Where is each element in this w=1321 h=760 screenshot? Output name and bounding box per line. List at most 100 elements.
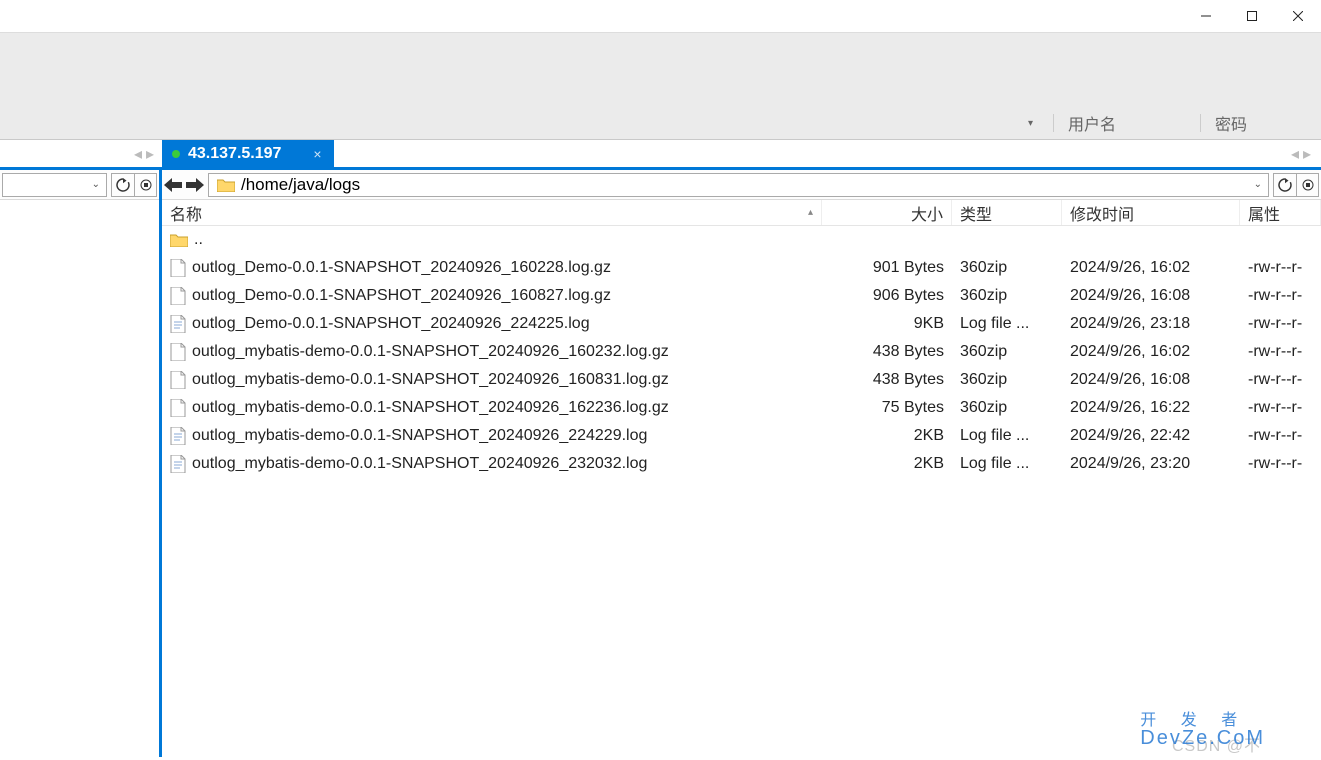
archive-file-icon [170,343,186,361]
file-size: 2KB [822,455,952,473]
file-type: 360zip [952,287,1062,305]
auth-strip: ▾ 用户名 密码 [1022,111,1317,135]
tab-scroll-right[interactable]: ◂▸ [1291,140,1321,167]
password-label: 密码 [1215,111,1247,135]
file-row[interactable]: outlog_Demo-0.0.1-SNAPSHOT_20240926_2242… [162,310,1321,338]
file-row[interactable]: outlog_mybatis-demo-0.0.1-SNAPSHOT_20240… [162,394,1321,422]
connection-tab[interactable]: 43.137.5.197 × [162,140,334,167]
file-row[interactable]: outlog_mybatis-demo-0.0.1-SNAPSHOT_20240… [162,338,1321,366]
remote-pane: /home/java/logs ⌄ 名称▴ 大小 类型 修改时间 属性 [162,170,1321,757]
file-name: outlog_Demo-0.0.1-SNAPSHOT_20240926_1602… [192,259,611,277]
archive-file-icon [170,259,186,277]
file-type: 360zip [952,371,1062,389]
column-headers: 名称▴ 大小 类型 修改时间 属性 [162,200,1321,226]
archive-file-icon [170,371,186,389]
remote-refresh-button[interactable] [1274,174,1296,196]
file-attr: -rw-r--r- [1240,343,1321,361]
window-titlebar [0,0,1321,32]
file-type: 360zip [952,399,1062,417]
file-size: 901 Bytes [822,259,952,277]
file-modified: 2024/9/26, 23:20 [1062,455,1240,473]
file-name: outlog_mybatis-demo-0.0.1-SNAPSHOT_20240… [192,427,647,445]
file-row[interactable]: outlog_mybatis-demo-0.0.1-SNAPSHOT_20240… [162,366,1321,394]
tab-label: 43.137.5.197 [188,145,281,163]
log-file-icon [170,427,186,445]
col-type[interactable]: 类型 [952,200,1062,225]
archive-file-icon [170,287,186,305]
local-stop-button[interactable] [134,174,156,196]
file-type: Log file ... [952,315,1062,333]
file-modified: 2024/9/26, 16:08 [1062,287,1240,305]
archive-file-icon [170,399,186,417]
file-row[interactable]: outlog_Demo-0.0.1-SNAPSHOT_20240926_1602… [162,254,1321,282]
separator [1200,114,1201,132]
file-row[interactable]: outlog_mybatis-demo-0.0.1-SNAPSHOT_20240… [162,450,1321,478]
file-size: 906 Bytes [822,287,952,305]
col-modified[interactable]: 修改时间 [1062,200,1240,225]
folder-icon [170,233,188,247]
file-type: Log file ... [952,455,1062,473]
dropdown-caret[interactable]: ▾ [1022,118,1039,129]
file-row[interactable]: outlog_Demo-0.0.1-SNAPSHOT_20240926_1608… [162,282,1321,310]
file-attr: -rw-r--r- [1240,371,1321,389]
col-size[interactable]: 大小 [822,200,952,225]
file-modified: 2024/9/26, 16:02 [1062,259,1240,277]
remote-path: /home/java/logs [239,175,1248,195]
file-name: outlog_Demo-0.0.1-SNAPSHOT_20240926_2242… [192,315,590,333]
file-row[interactable]: outlog_mybatis-demo-0.0.1-SNAPSHOT_20240… [162,422,1321,450]
parent-dir-label: .. [194,231,203,249]
nav-back-button[interactable] [162,174,184,196]
file-name: outlog_mybatis-demo-0.0.1-SNAPSHOT_20240… [192,399,669,417]
maximize-button[interactable] [1229,0,1275,32]
tab-close-icon[interactable]: × [313,146,321,162]
local-refresh-button[interactable] [112,174,134,196]
remote-path-combo[interactable]: /home/java/logs ⌄ [208,173,1269,197]
col-attr[interactable]: 属性 [1240,200,1321,225]
remote-stop-button[interactable] [1296,174,1318,196]
file-size: 438 Bytes [822,343,952,361]
file-attr: -rw-r--r- [1240,315,1321,333]
chevron-down-icon[interactable]: ⌄ [86,179,106,190]
file-type: 360zip [952,343,1062,361]
parent-dir-row[interactable]: .. [162,226,1321,254]
status-dot-icon [172,150,180,158]
file-size: 438 Bytes [822,371,952,389]
file-name: outlog_mybatis-demo-0.0.1-SNAPSHOT_20240… [192,343,669,361]
file-attr: -rw-r--r- [1240,427,1321,445]
remote-navbar: /home/java/logs ⌄ [162,170,1321,200]
file-modified: 2024/9/26, 16:22 [1062,399,1240,417]
file-modified: 2024/9/26, 23:18 [1062,315,1240,333]
close-button[interactable] [1275,0,1321,32]
col-name[interactable]: 名称▴ [162,200,822,225]
file-modified: 2024/9/26, 16:08 [1062,371,1240,389]
file-type: 360zip [952,259,1062,277]
file-name: outlog_mybatis-demo-0.0.1-SNAPSHOT_20240… [192,371,669,389]
file-attr: -rw-r--r- [1240,259,1321,277]
file-size: 2KB [822,427,952,445]
watermark-csdn: CSDN @不 [1172,732,1261,756]
local-pane: ⌄ [0,170,162,757]
local-path-combo[interactable]: ⌄ [2,173,107,197]
file-name: outlog_mybatis-demo-0.0.1-SNAPSHOT_20240… [192,455,647,473]
file-size: 9KB [822,315,952,333]
remote-file-list[interactable]: .. outlog_Demo-0.0.1-SNAPSHOT_20240926_1… [162,226,1321,757]
file-modified: 2024/9/26, 16:02 [1062,343,1240,361]
username-label: 用户名 [1068,111,1116,135]
log-file-icon [170,455,186,473]
tab-row: ◂▸ 43.137.5.197 × ◂▸ [0,140,1321,170]
file-name: outlog_Demo-0.0.1-SNAPSHOT_20240926_1608… [192,287,611,305]
tab-scroll-left[interactable]: ◂▸ [0,140,162,167]
nav-forward-button[interactable] [184,174,206,196]
file-size: 75 Bytes [822,399,952,417]
local-file-list[interactable] [0,200,159,757]
folder-icon [217,178,235,192]
local-navbar: ⌄ [0,170,159,200]
file-type: Log file ... [952,427,1062,445]
toolbar-area: ▾ 用户名 密码 [0,32,1321,140]
file-attr: -rw-r--r- [1240,399,1321,417]
file-attr: -rw-r--r- [1240,287,1321,305]
file-modified: 2024/9/26, 22:42 [1062,427,1240,445]
chevron-down-icon[interactable]: ⌄ [1248,179,1268,190]
minimize-button[interactable] [1183,0,1229,32]
separator [1053,114,1054,132]
